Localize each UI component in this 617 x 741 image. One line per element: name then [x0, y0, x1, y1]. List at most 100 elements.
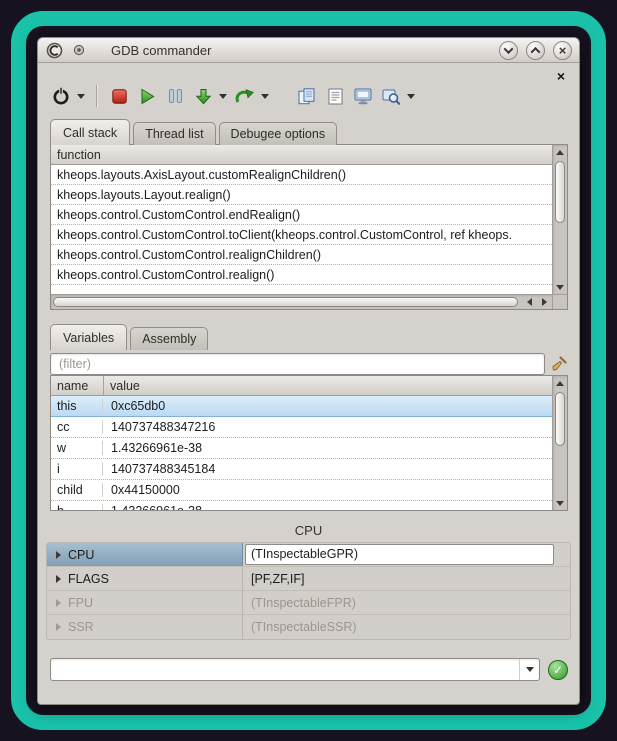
- debug-toolbar: [48, 79, 569, 113]
- register-value: (TInspectableFPR): [243, 596, 356, 610]
- broom-icon: [551, 356, 567, 372]
- cpu-row[interactable]: CPU (TInspectableGPR): [47, 543, 570, 567]
- run-button[interactable]: [134, 82, 160, 110]
- cpu-row-value-cell: (TInspectableSSR): [243, 615, 570, 639]
- close-button[interactable]: ×: [553, 41, 572, 60]
- step-over-dropdown-icon[interactable]: [261, 94, 269, 99]
- expander-icon[interactable]: [56, 623, 61, 631]
- step-into-dropdown-icon[interactable]: [219, 94, 227, 99]
- gdb-command-combobox[interactable]: [50, 658, 540, 681]
- chevron-up-icon: [531, 46, 541, 56]
- watch-dropdown-icon[interactable]: [407, 94, 415, 99]
- mid-tab-bar: Variables Assembly: [50, 324, 579, 350]
- scrollbar-thumb[interactable]: [555, 392, 565, 446]
- show-watch-button[interactable]: [378, 82, 404, 110]
- chevron-down-icon: [504, 44, 514, 54]
- window-title: GDB commander: [111, 43, 211, 58]
- call-stack-row[interactable]: kheops.layouts.Layout.realign(): [51, 185, 552, 205]
- scroll-up-button[interactable]: [553, 376, 567, 390]
- list-page-icon: [328, 88, 343, 105]
- expander-icon[interactable]: [56, 575, 61, 583]
- variable-row[interactable]: b 1.43266961e-38: [51, 501, 552, 510]
- panel-close-button[interactable]: ×: [554, 69, 568, 83]
- expander-icon[interactable]: [56, 599, 61, 607]
- cpu-group-title: CPU: [38, 523, 579, 538]
- command-input[interactable]: [51, 663, 519, 677]
- scroll-right-button[interactable]: [537, 295, 552, 309]
- window-menu-icon[interactable]: [70, 41, 88, 59]
- clear-filter-button[interactable]: [550, 355, 568, 373]
- scrollbar-thumb[interactable]: [53, 297, 518, 307]
- variable-value: 0xc65db0: [103, 399, 173, 413]
- cpu-row[interactable]: FPU (TInspectableFPR): [47, 591, 570, 615]
- inspect-magnifier-icon: [382, 88, 400, 105]
- variable-name: child: [51, 483, 103, 497]
- combo-dropdown-button[interactable]: [519, 659, 539, 680]
- tab-call-stack[interactable]: Call stack: [50, 119, 130, 145]
- variable-row[interactable]: this 0xc65db0: [51, 396, 552, 417]
- call-stack-row[interactable]: kheops.control.CustomControl.toClient(kh…: [51, 225, 552, 245]
- stop-button[interactable]: [106, 82, 132, 110]
- maximize-button[interactable]: [526, 41, 545, 60]
- step-over-button[interactable]: [232, 82, 258, 110]
- call-stack-hscrollbar[interactable]: [51, 294, 552, 309]
- cpu-row[interactable]: SSR (TInspectableSSR): [47, 615, 570, 639]
- titlebar-buttons: ×: [499, 41, 572, 60]
- filter-input[interactable]: [50, 353, 545, 375]
- column-value: value: [104, 379, 146, 393]
- pause-button[interactable]: [162, 82, 188, 110]
- call-stack-row[interactable]: kheops.control.CustomControl.realign(): [51, 265, 552, 285]
- scroll-up-button[interactable]: [553, 145, 567, 159]
- call-stack-row[interactable]: kheops.control.CustomControl.endRealign(…: [51, 205, 552, 225]
- variable-row[interactable]: w 1.43266961e-38: [51, 438, 552, 459]
- column-function: function: [51, 148, 107, 162]
- titlebar[interactable]: GDB commander ×: [38, 38, 579, 63]
- cpu-row[interactable]: FLAGS [PF,ZF,IF]: [47, 567, 570, 591]
- register-value: [PF,ZF,IF]: [243, 572, 304, 586]
- register-value-field[interactable]: (TInspectableGPR): [245, 544, 554, 565]
- cpu-row-value-cell: (TInspectableFPR): [243, 591, 570, 614]
- variables-vscrollbar[interactable]: [552, 376, 567, 510]
- close-icon: ×: [557, 69, 565, 83]
- call-stack-vscrollbar[interactable]: [552, 145, 567, 294]
- variable-value: 0x44150000: [103, 483, 188, 497]
- tab-thread-list[interactable]: Thread list: [133, 122, 215, 145]
- tab-variables[interactable]: Variables: [50, 324, 127, 350]
- power-button[interactable]: [48, 82, 74, 110]
- call-stack-row[interactable]: kheops.control.CustomControl.realignChil…: [51, 245, 552, 265]
- show-source-button[interactable]: [294, 82, 320, 110]
- step-into-button[interactable]: [190, 82, 216, 110]
- scrollbar-corner: [552, 294, 567, 309]
- variable-value: 140737488345184: [103, 462, 223, 476]
- variable-name: i: [51, 462, 103, 476]
- scroll-left-button[interactable]: [522, 295, 537, 309]
- send-command-button[interactable]: ✓: [548, 660, 568, 680]
- variable-row[interactable]: cc 140737488347216: [51, 417, 552, 438]
- tab-debugee-options[interactable]: Debugee options: [219, 122, 338, 145]
- show-log-button[interactable]: [322, 82, 348, 110]
- cpu-row-name-cell: SSR: [47, 615, 243, 639]
- variable-row[interactable]: child 0x44150000: [51, 480, 552, 501]
- variables-header: name value: [51, 376, 552, 396]
- cpu-row-value-cell: [PF,ZF,IF]: [243, 567, 570, 590]
- minimize-button[interactable]: [499, 41, 518, 60]
- gdb-commander-window: GDB commander × ×: [37, 37, 580, 705]
- variable-name: this: [51, 399, 103, 413]
- expander-icon[interactable]: [56, 551, 61, 559]
- scroll-down-button[interactable]: [553, 496, 567, 510]
- call-stack-row[interactable]: kheops.layouts.AxisLayout.customRealignC…: [51, 165, 552, 185]
- variable-row[interactable]: i 140737488345184: [51, 459, 552, 480]
- power-dropdown-icon[interactable]: [77, 94, 85, 99]
- pause-icon: [168, 88, 183, 104]
- show-memory-button[interactable]: [350, 82, 376, 110]
- chevron-down-icon: [526, 667, 534, 672]
- cpu-row-name-cell: CPU: [47, 543, 243, 566]
- scrollbar-thumb[interactable]: [555, 161, 565, 223]
- scroll-down-button[interactable]: [553, 280, 567, 294]
- variable-value: 140737488347216: [103, 420, 223, 434]
- triangle-left-icon: [527, 298, 532, 306]
- tab-assembly[interactable]: Assembly: [130, 327, 208, 350]
- triangle-up-icon: [556, 381, 564, 386]
- register-group-name: FPU: [68, 596, 93, 610]
- top-tab-bar: Call stack Thread list Debugee options: [50, 119, 579, 145]
